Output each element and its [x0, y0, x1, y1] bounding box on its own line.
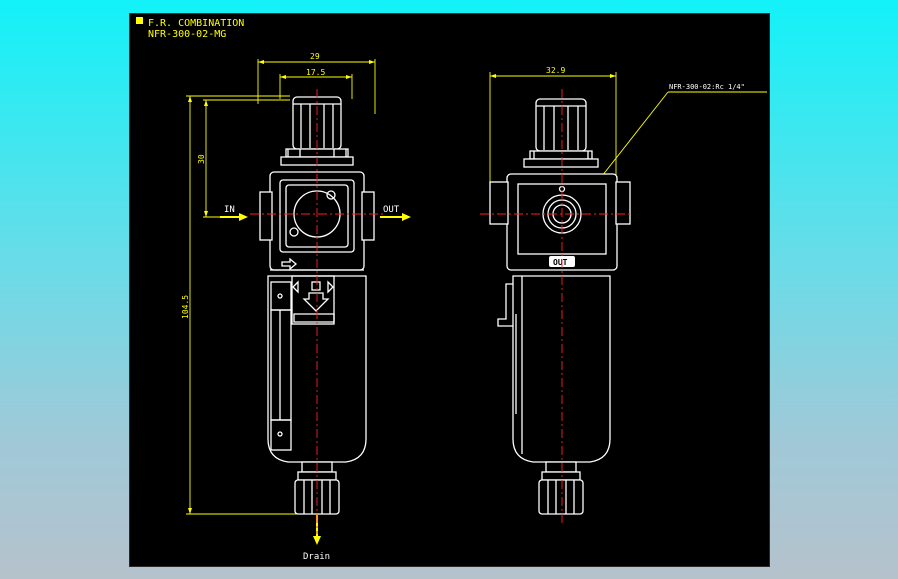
- side-regulator-body: OUT: [489, 173, 631, 271]
- cad-drawing-canvas: F.R. COMBINATION NFR-300-02-MG 29 17.5 3…: [129, 13, 770, 567]
- port-callout-label: NFR-300-02:Rc 1/4": [669, 83, 745, 91]
- dimension-height-total-label: 104.5: [181, 295, 190, 319]
- drain-label: Drain: [303, 552, 330, 562]
- dimension-width-side-label: 32.9: [546, 66, 565, 75]
- side-filter-bowl: [497, 275, 611, 463]
- dimension-width-total-label: 29: [310, 52, 320, 61]
- side-view: 32.9 NFR-300-02:Rc 1/4" OUT: [480, 66, 767, 524]
- cad-drawing: F.R. COMBINATION NFR-300-02-MG 29 17.5 3…: [136, 17, 767, 562]
- front-view: 29 17.5 30 104.5 IN OUT Drain: [181, 52, 411, 562]
- title-line2: NFR-300-02-MG: [148, 29, 226, 40]
- out-plate-label: OUT: [553, 258, 568, 267]
- title-marker: [136, 17, 143, 24]
- dimension-height-upper-label: 30: [197, 154, 206, 164]
- side-regulator-knob: [523, 98, 599, 168]
- out-label: OUT: [383, 205, 400, 215]
- in-arrow: IN: [220, 205, 248, 221]
- out-arrow: OUT: [380, 205, 411, 221]
- title-line1: F.R. COMBINATION: [148, 18, 244, 29]
- drain-arrow: Drain: [303, 514, 330, 562]
- dimension-width-inner: 17.5: [279, 68, 353, 99]
- side-drain-valve: [538, 461, 584, 515]
- in-label: IN: [224, 205, 235, 215]
- dimension-width-inner-label: 17.5: [306, 68, 325, 77]
